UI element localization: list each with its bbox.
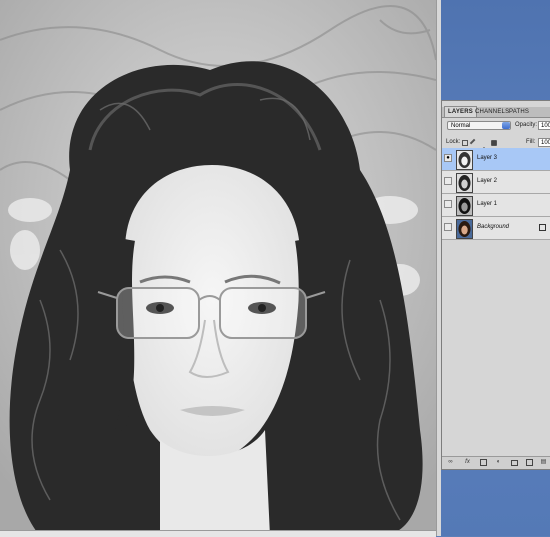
- group-icon[interactable]: [511, 460, 518, 466]
- layer-thumbnail: [456, 219, 473, 239]
- visibility-toggle[interactable]: [444, 200, 452, 208]
- trash-icon[interactable]: ▤: [540, 459, 547, 466]
- fill-field[interactable]: 100%: [538, 138, 550, 147]
- layer-thumbnail: [456, 196, 473, 216]
- layer-name: Background: [477, 224, 510, 230]
- eye-icon[interactable]: ●: [444, 154, 452, 162]
- chevron-down-icon: [502, 122, 510, 129]
- lock-image-icon[interactable]: [469, 138, 479, 148]
- layers-panel-footer: ∞ fx ◐ ▤: [442, 456, 550, 469]
- lock-position-icon[interactable]: [481, 140, 487, 153]
- layer-row[interactable]: Background: [442, 217, 550, 240]
- lock-all-icon[interactable]: [491, 140, 497, 146]
- layer-name: Layer 2: [477, 178, 498, 184]
- mask-icon[interactable]: [480, 459, 487, 466]
- blend-mode-value: Normal: [451, 123, 471, 129]
- blend-mode-select[interactable]: Normal: [447, 121, 511, 130]
- lock-icon: [539, 224, 546, 231]
- opacity-field[interactable]: 100%: [538, 121, 550, 130]
- link-icon[interactable]: ∞: [447, 459, 454, 466]
- panel-tabs: LAYERS CHANNELS PATHS: [442, 106, 550, 118]
- layer-thumbnail: [456, 173, 473, 193]
- fill-label: Fill:: [526, 139, 536, 145]
- layer-name: Layer 3: [477, 155, 498, 161]
- document-canvas[interactable]: [0, 0, 436, 536]
- layer-row[interactable]: Layer 1: [442, 194, 550, 217]
- layer-thumbnail: [456, 150, 473, 170]
- lock-transparent-icon[interactable]: [462, 140, 468, 146]
- photo-image: [0, 0, 436, 536]
- opacity-label: Opacity:: [515, 122, 538, 128]
- layer-row[interactable]: Layer 2: [442, 171, 550, 194]
- tab-paths[interactable]: PATHS: [506, 107, 532, 117]
- visibility-toggle[interactable]: [444, 223, 452, 231]
- fx-icon[interactable]: fx: [464, 459, 471, 466]
- layer-name: Layer 1: [477, 201, 498, 207]
- lock-label: Lock:: [446, 139, 461, 145]
- layers-panel: LAYERS CHANNELS PATHS Normal Opacity: 10…: [441, 100, 550, 470]
- layer-row[interactable]: ● Layer 3: [442, 148, 550, 171]
- visibility-toggle[interactable]: [444, 177, 452, 185]
- adjustment-icon[interactable]: ◐: [495, 459, 502, 466]
- new-layer-icon[interactable]: [526, 459, 533, 466]
